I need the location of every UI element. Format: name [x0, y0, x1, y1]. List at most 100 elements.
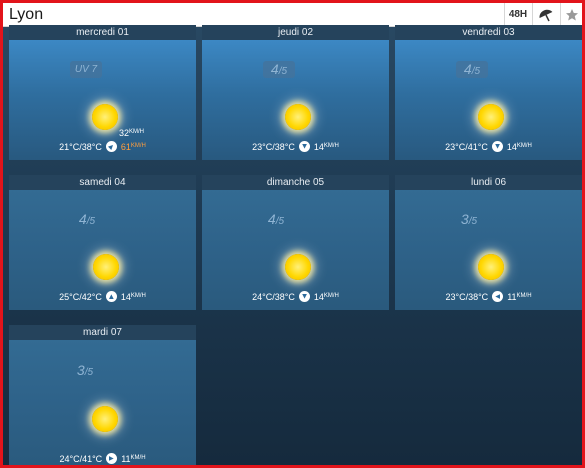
- wind-unit: KM/H: [130, 454, 146, 461]
- rating-badge: 4/5: [456, 61, 488, 78]
- wind-speed: 14KM/H: [507, 142, 532, 152]
- day-card[interactable]: vendredi 03 4/5 23°C/41°C ▲ 14KM/H: [395, 25, 582, 160]
- sun-icon: [285, 104, 311, 130]
- day-label: dimanche 05: [202, 175, 389, 190]
- wind-unit: KM/H: [323, 292, 339, 299]
- wind-direction-icon: ▲: [298, 141, 310, 152]
- wind-value: 14: [313, 141, 324, 152]
- day-conditions: 23°C/38°C ▲ 11KM/H: [395, 291, 582, 302]
- wind-gust: 32KM/H: [119, 128, 144, 138]
- wind-speed: 14KM/H: [121, 292, 146, 302]
- rating-badge: 4/5: [263, 61, 295, 78]
- day-card-body: 3/5 24°C/41°C ▲ 11KM/H: [9, 340, 196, 465]
- day-conditions: 24°C/38°C ▲ 14KM/H: [202, 291, 389, 302]
- temperature-range: 23°C/38°C: [445, 291, 489, 302]
- wind-speed: 14KM/H: [314, 142, 339, 152]
- day-card[interactable]: samedi 04 4/5 25°C/42°C ▲ 14KM/H: [9, 175, 196, 310]
- rating-value: 3: [460, 211, 469, 227]
- day-card[interactable]: jeudi 02 4/5 23°C/38°C ▲ 14KM/H: [202, 25, 389, 160]
- temperature-range: 23°C/41°C: [445, 141, 488, 152]
- temperature-range: 24°C/38°C: [252, 291, 295, 302]
- rating-scale: /5: [86, 216, 96, 227]
- day-label: mercredi 01: [9, 25, 196, 40]
- wind-direction-icon: ▲: [491, 141, 503, 152]
- wind-direction-icon: ▲: [492, 291, 504, 302]
- city-name: Lyon: [9, 6, 44, 23]
- day-card[interactable]: mercredi 01 UV 7 32KM/H 21°C/38°C ▲ 61KM…: [9, 25, 196, 160]
- wind-direction-icon: ▲: [106, 453, 118, 464]
- wind-unit: KM/H: [130, 292, 146, 299]
- uv-index-badge: UV 7: [70, 61, 102, 78]
- sun-icon: [478, 104, 504, 130]
- rating-scale: /5: [278, 66, 288, 77]
- day-card-body: UV 7 32KM/H 21°C/38°C ▲ 61KM/H: [9, 40, 196, 160]
- day-label: lundi 06: [395, 175, 582, 190]
- rating-value: 4: [463, 61, 472, 77]
- day-label: jeudi 02: [202, 25, 389, 40]
- temperature-range: 21°C/38°C: [59, 141, 102, 152]
- temperature-range: 25°C/42°C: [59, 291, 102, 302]
- day-conditions: 21°C/38°C ▲ 61KM/H: [9, 138, 196, 155]
- umbrella-button[interactable]: [532, 3, 559, 26]
- rating-value: 4: [270, 61, 279, 77]
- wind-direction-icon: ▲: [298, 291, 310, 302]
- header-bar: Lyon 48H: [3, 3, 582, 27]
- app-frame: Lyon 48H mercredi 01 UV 7 32KM/H 21°C/38: [0, 0, 585, 468]
- sun-icon: [93, 254, 119, 280]
- day-label: samedi 04: [9, 175, 196, 190]
- period-48h-button[interactable]: 48H: [504, 3, 531, 26]
- wind-unit: KM/H: [323, 142, 339, 149]
- rating-scale: /5: [84, 367, 94, 378]
- day-card-body: 4/5 23°C/38°C ▲ 14KM/H: [202, 40, 389, 160]
- wind-unit: KM/H: [130, 142, 146, 149]
- wind-speed: 11KM/H: [507, 292, 531, 302]
- rating-badge: 3/5: [453, 211, 485, 228]
- rating-badge: 4/5: [260, 211, 292, 228]
- wind-direction-icon: ▲: [105, 291, 117, 302]
- wind-value: 14: [506, 141, 517, 152]
- day-card-body: 4/5 24°C/38°C ▲ 14KM/H: [202, 190, 389, 310]
- umbrella-icon: [539, 9, 553, 21]
- wind-value: 11: [121, 453, 131, 464]
- wind-speed: 11KM/H: [121, 454, 145, 464]
- wind-value: 14: [313, 291, 324, 302]
- wind-speed: 61KM/H: [121, 142, 146, 152]
- day-card-body: 4/5 25°C/42°C ▲ 14KM/H: [9, 190, 196, 310]
- wind-value: 61: [120, 141, 131, 152]
- temperature-range: 24°C/41°C: [59, 453, 103, 464]
- wind-value: 14: [120, 291, 131, 302]
- rating-scale: /5: [468, 216, 478, 227]
- rating-value: 4: [78, 211, 87, 227]
- sun-icon: [285, 254, 311, 280]
- gust-value: 32: [119, 128, 130, 138]
- day-label: mardi 07: [9, 325, 196, 340]
- day-card[interactable]: lundi 06 3/5 23°C/38°C ▲ 11KM/H: [395, 175, 582, 310]
- day-label: vendredi 03: [395, 25, 582, 40]
- wind-speed: 14KM/H: [314, 292, 339, 302]
- day-conditions: 25°C/42°C ▲ 14KM/H: [9, 291, 196, 302]
- temperature-range: 23°C/38°C: [252, 141, 295, 152]
- day-conditions: 23°C/38°C ▲ 14KM/H: [202, 141, 389, 152]
- day-card[interactable]: mardi 07 3/5 24°C/41°C ▲ 11KM/H: [9, 325, 196, 465]
- rating-scale: /5: [275, 216, 285, 227]
- wind-direction-icon: ▲: [103, 138, 120, 155]
- rating-value: 3: [76, 362, 85, 378]
- day-card[interactable]: dimanche 05 4/5 24°C/38°C ▲ 14KM/H: [202, 175, 389, 310]
- rating-scale: /5: [471, 66, 481, 77]
- wind-unit: KM/H: [516, 142, 532, 149]
- day-card-body: 3/5 23°C/38°C ▲ 11KM/H: [395, 190, 582, 310]
- wind-unit: KM/H: [516, 292, 532, 299]
- rating-value: 4: [267, 211, 276, 227]
- rating-badge: 3/5: [69, 362, 101, 379]
- sun-icon: [92, 406, 118, 432]
- favorite-button[interactable]: [560, 3, 582, 26]
- rating-badge: 4/5: [71, 211, 103, 228]
- star-icon: [565, 8, 578, 20]
- day-card-body: 4/5 23°C/41°C ▲ 14KM/H: [395, 40, 582, 160]
- day-conditions: 24°C/41°C ▲ 11KM/H: [9, 453, 196, 464]
- uv-index-text: UV 7: [74, 64, 98, 75]
- period-48h-label: 48H: [508, 9, 528, 20]
- wind-value: 11: [507, 291, 517, 302]
- sun-icon: [92, 104, 118, 130]
- sun-icon: [478, 254, 504, 280]
